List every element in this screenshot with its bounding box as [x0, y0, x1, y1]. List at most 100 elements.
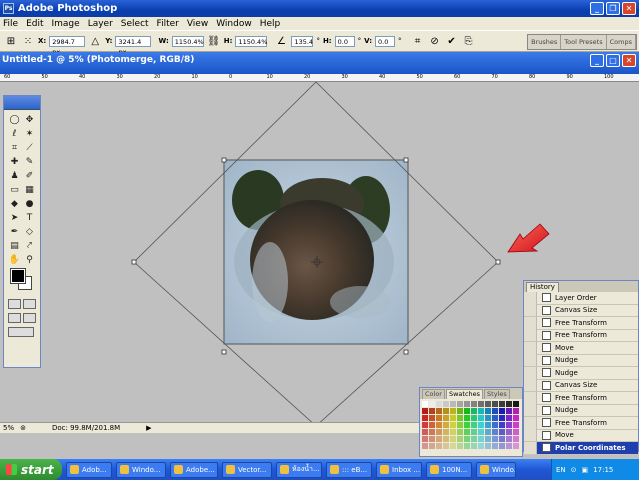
tray-network-icon[interactable]: ▣	[582, 466, 589, 474]
swatch-chip[interactable]	[471, 408, 477, 414]
swatch-chip[interactable]	[492, 443, 498, 449]
swatch-chip[interactable]	[450, 422, 456, 428]
swatch-chip[interactable]	[429, 415, 435, 421]
language-indicator[interactable]: EN	[556, 466, 566, 474]
history-snapshot-checkbox[interactable]	[524, 304, 537, 317]
handle-bottom-left[interactable]	[221, 349, 227, 355]
dodge-tool-icon[interactable]: ●	[22, 198, 37, 209]
vertical-skew-input[interactable]: 0.0	[375, 35, 396, 47]
swatch-chip[interactable]	[506, 408, 512, 414]
eraser-tool-icon[interactable]: ▭	[7, 184, 22, 195]
slice-tool-icon[interactable]: ⟋	[22, 142, 37, 153]
swatch-chip[interactable]	[450, 436, 456, 442]
swatch-chip[interactable]	[499, 415, 505, 421]
taskbar-item[interactable]: Vector...	[222, 461, 272, 478]
y-position-input[interactable]: 3241.4 px	[115, 35, 152, 56]
history-item[interactable]: Free Transform	[524, 329, 638, 342]
swatch-chip[interactable]	[499, 436, 505, 442]
magic-wand-icon[interactable]: ✶	[22, 128, 37, 139]
transform-tool-icon[interactable]: ⊞	[4, 35, 18, 47]
menu-file[interactable]: File	[3, 19, 18, 29]
screen-mode-standard-icon[interactable]	[8, 313, 21, 323]
swatch-chip[interactable]	[485, 408, 491, 414]
reference-point-icon[interactable]: ⁙	[21, 35, 35, 47]
taskbar-item[interactable]: Adob...	[66, 461, 112, 478]
horizontal-ruler[interactable]: 60 50 40 30 20 10 0 10 20 30 40 50 60 70 80 90 100	[0, 74, 639, 82]
quickmask-mode-icon[interactable]	[23, 299, 36, 309]
history-item[interactable]: Layer Order	[524, 291, 638, 305]
swatch-chip[interactable]	[492, 415, 498, 421]
taskbar-item[interactable]: ::: eB...	[326, 461, 372, 478]
history-snapshot-checkbox[interactable]	[524, 329, 537, 342]
swatch-chip[interactable]	[506, 436, 512, 442]
history-item[interactable]: Move	[524, 341, 638, 355]
navigator-icon[interactable]: ⊚	[20, 424, 26, 432]
swatch-chip[interactable]	[457, 415, 463, 421]
swatch-chip[interactable]	[429, 401, 435, 407]
swatch-chip[interactable]	[485, 415, 491, 421]
swatch-chip[interactable]	[471, 443, 477, 449]
swatch-chip[interactable]	[506, 415, 512, 421]
swatch-chip[interactable]	[499, 408, 505, 414]
swatch-chip[interactable]	[506, 422, 512, 428]
swatch-chip[interactable]	[450, 429, 456, 435]
start-button[interactable]: start	[0, 459, 62, 480]
history-item[interactable]: Nudge	[524, 366, 638, 380]
swatch-chip[interactable]	[443, 436, 449, 442]
history-snapshot-checkbox[interactable]	[524, 429, 537, 442]
swatch-chip[interactable]	[464, 436, 470, 442]
taskbar-item[interactable]: Windo...	[476, 461, 516, 478]
rotation-angle-input[interactable]: 135.4	[291, 35, 314, 47]
close-button[interactable]: ✕	[622, 2, 636, 15]
menu-help[interactable]: Help	[260, 19, 281, 29]
handle-top-right[interactable]	[403, 157, 409, 163]
notes-tool-icon[interactable]: ▤	[7, 240, 22, 251]
doc-minimize-button[interactable]: _	[590, 54, 604, 67]
palette-tab-comps[interactable]: Comps	[607, 35, 636, 49]
taskbar-item[interactable]: Inbox ...	[376, 461, 422, 478]
color-picker[interactable]	[4, 267, 40, 297]
swatch-chip[interactable]	[499, 401, 505, 407]
swatch-chip[interactable]	[422, 408, 428, 414]
styles-tab[interactable]: Styles	[484, 389, 510, 399]
swatch-chip[interactable]	[436, 429, 442, 435]
history-snapshot-checkbox[interactable]	[524, 366, 537, 379]
commit-transform-icon[interactable]: ✔	[445, 35, 459, 47]
swatch-chip[interactable]	[464, 408, 470, 414]
swatch-chip[interactable]	[457, 429, 463, 435]
swatch-chip[interactable]	[464, 422, 470, 428]
toolbox-header[interactable]	[4, 96, 40, 110]
swatch-chip[interactable]	[457, 408, 463, 414]
lasso-tool-icon[interactable]: ℓ	[7, 128, 22, 139]
blur-tool-icon[interactable]: ◆	[7, 198, 22, 209]
swatch-chip[interactable]	[492, 436, 498, 442]
history-snapshot-checkbox[interactable]	[524, 291, 537, 304]
swatch-chip[interactable]	[464, 429, 470, 435]
swatch-chip[interactable]	[478, 401, 484, 407]
horizontal-skew-input[interactable]: 0.0	[334, 35, 355, 47]
menu-filter[interactable]: Filter	[157, 19, 179, 29]
x-position-input[interactable]: 2984.7 px	[49, 35, 86, 56]
swatch-chip[interactable]	[429, 422, 435, 428]
history-snapshot-checkbox[interactable]	[524, 441, 537, 454]
cancel-transform-icon[interactable]: ⊘	[428, 35, 442, 47]
imageready-jump-icon[interactable]	[8, 327, 34, 337]
swatch-chip[interactable]	[513, 408, 519, 414]
history-tab[interactable]: History	[526, 282, 559, 292]
handle-bottom-right[interactable]	[403, 349, 409, 355]
swatch-chip[interactable]	[513, 443, 519, 449]
menu-view[interactable]: View	[187, 19, 208, 29]
swatch-chip[interactable]	[478, 422, 484, 428]
swatch-chip[interactable]	[436, 422, 442, 428]
swatch-chip[interactable]	[429, 408, 435, 414]
swatch-chip[interactable]	[478, 415, 484, 421]
palette-tab-tool-presets[interactable]: Tool Presets	[561, 35, 607, 49]
swatch-chip[interactable]	[471, 415, 477, 421]
swatch-chip[interactable]	[513, 429, 519, 435]
standard-mode-icon[interactable]	[8, 299, 21, 309]
swatch-chip[interactable]	[492, 408, 498, 414]
swatch-chip[interactable]	[464, 401, 470, 407]
swatch-chip[interactable]	[436, 408, 442, 414]
swatch-chip[interactable]	[436, 401, 442, 407]
swatch-chip[interactable]	[436, 443, 442, 449]
